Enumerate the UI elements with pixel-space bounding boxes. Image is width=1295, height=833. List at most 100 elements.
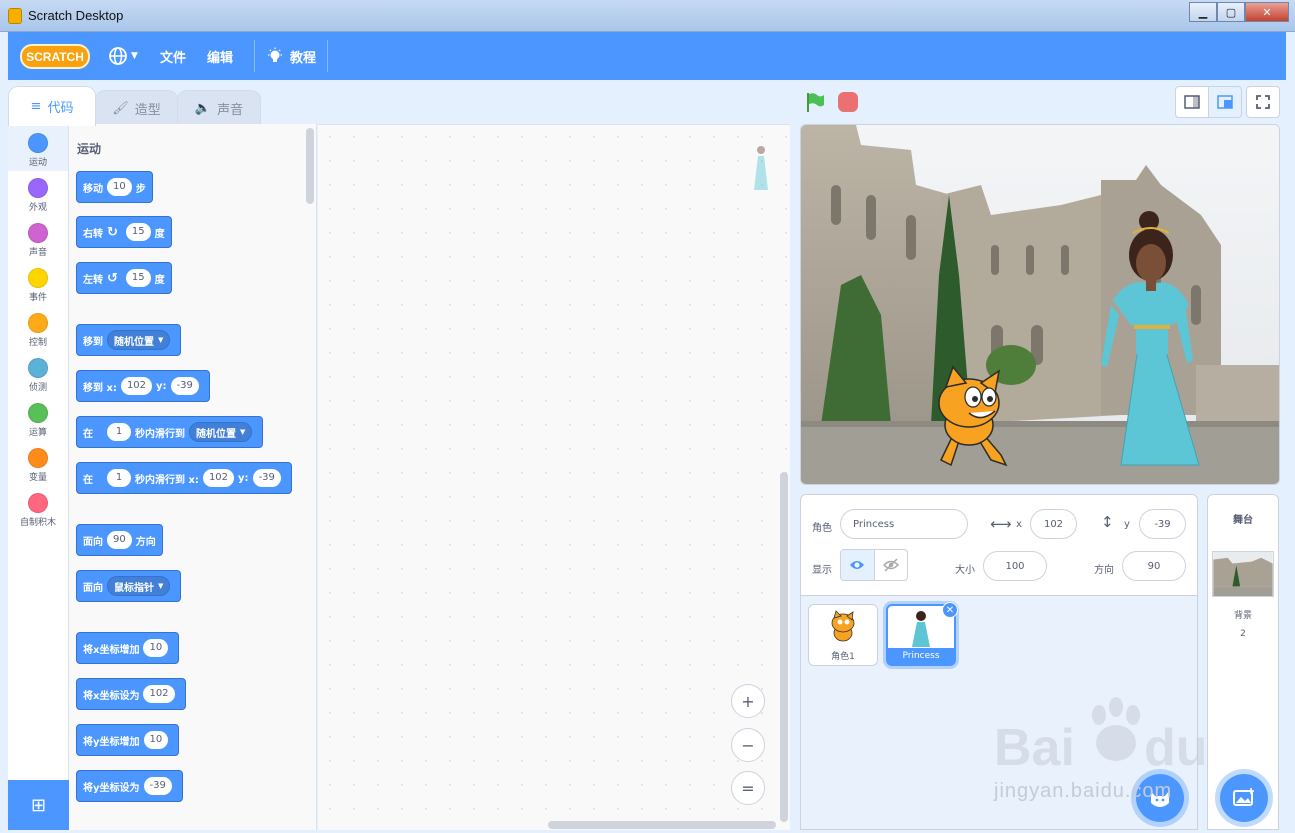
direction-input[interactable]: 90 — [1122, 551, 1186, 581]
block-dropdown[interactable]: 鼠标指针 ▼ — [107, 576, 171, 596]
image-icon — [1233, 788, 1254, 806]
category-sensing[interactable]: 侦测 — [8, 351, 68, 396]
tab-costumes-label: 造型 — [134, 103, 161, 118]
scratch-logo[interactable]: SCRATCH — [20, 44, 90, 69]
block-glide-xy[interactable]: 在 1 秒内滑行到 x: 102 y: -39 — [76, 462, 292, 494]
category-variables[interactable]: 变量 — [8, 441, 68, 486]
chevron-down-icon: ▼ — [158, 336, 164, 344]
category-my-blocks[interactable]: 自制积木 — [8, 486, 68, 531]
tab-code[interactable]: ≡ 代码 — [8, 86, 96, 126]
category-dot — [28, 313, 48, 333]
block-number-input[interactable]: 15 — [125, 223, 151, 241]
block-move-steps[interactable]: 移动 10 步 — [76, 171, 153, 203]
tab-costumes[interactable]: 🖌 造型 — [95, 90, 178, 126]
language-menu[interactable]: ▼ — [108, 32, 138, 80]
block-number-input[interactable]: 1 — [107, 469, 131, 487]
block-point-towards[interactable]: 面向 鼠标指针 ▼ — [76, 570, 182, 602]
category-operators[interactable]: 运算 — [8, 396, 68, 441]
block-change-x[interactable]: 将x坐标增加 10 — [76, 632, 180, 664]
edit-menu[interactable]: 编辑 — [207, 32, 233, 80]
block-glide[interactable]: 在 1 秒内滑行到 随机位置 ▼ — [76, 416, 264, 448]
block-number-input[interactable]: 102 — [202, 469, 235, 487]
tab-sounds-label: 声音 — [217, 103, 244, 118]
block-number-input[interactable]: 15 — [125, 269, 151, 287]
close-button[interactable]: ✕ — [1245, 2, 1289, 22]
block-set-x[interactable]: 将x坐标设为 102 — [76, 678, 186, 710]
stop-button[interactable] — [838, 92, 858, 112]
window-title: Scratch Desktop — [28, 8, 124, 23]
show-sprite-button[interactable] — [841, 550, 875, 580]
add-extension-button[interactable]: ⊞ — [8, 780, 69, 830]
block-number-input[interactable]: 102 — [120, 377, 153, 395]
block-number-input[interactable]: 10 — [107, 178, 132, 196]
block-number-input[interactable]: 102 — [143, 685, 175, 703]
small-stage-icon — [1184, 95, 1200, 109]
zoom-in-button[interactable]: + — [731, 684, 765, 718]
small-stage-button[interactable] — [1175, 86, 1209, 118]
stage-pane-spacer — [1243, 532, 1244, 533]
rotate-right-icon: ↻ — [107, 224, 118, 240]
hide-sprite-button[interactable] — [875, 550, 908, 580]
block-text: 面向 — [83, 536, 103, 548]
block-text: y: — [156, 380, 167, 392]
maximize-button[interactable]: ▢ — [1217, 2, 1245, 22]
minimize-button[interactable]: ▁ — [1189, 2, 1217, 22]
size-input[interactable]: 100 — [983, 551, 1047, 581]
zoom-reset-button[interactable]: = — [731, 771, 765, 805]
fullscreen-icon — [1256, 95, 1270, 109]
block-text: 移动 — [83, 183, 103, 195]
brush-icon: 🖌 — [112, 101, 129, 116]
block-number-input[interactable]: -39 — [252, 469, 281, 487]
large-stage-button[interactable] — [1208, 86, 1242, 118]
backdrop-label: 背景 — [1233, 611, 1252, 621]
block-goto-xy[interactable]: 移到 x: 102 y: -39 — [76, 370, 210, 402]
block-number-input[interactable]: 1 — [107, 423, 131, 441]
category-looks[interactable]: 外观 — [8, 171, 68, 216]
category-motion[interactable]: 运动 — [8, 126, 68, 171]
block-turn-left[interactable]: 左转 ↺ 15 度 — [76, 262, 172, 294]
block-dropdown[interactable]: 随机位置 ▼ — [189, 422, 253, 442]
sprite-name-label: 角色 — [812, 523, 832, 534]
category-control[interactable]: 控制 — [8, 306, 68, 351]
block-text: 在 — [83, 428, 93, 440]
block-text: 移到 x: — [83, 382, 117, 394]
palette-scrollbar[interactable] — [306, 128, 314, 204]
sprite-name-input[interactable]: Princess — [840, 509, 968, 539]
block-text: 在 — [83, 474, 93, 486]
block-number-input[interactable]: -39 — [170, 377, 199, 395]
x-position-input[interactable]: 102 — [1030, 509, 1077, 539]
category-events[interactable]: 事件 — [8, 261, 68, 306]
block-dropdown[interactable]: 随机位置 ▼ — [107, 330, 171, 350]
category-label: 变量 — [28, 473, 47, 483]
script-workspace[interactable] — [318, 124, 790, 830]
menu-bar: SCRATCH ▼ 文件 编辑 教程 — [8, 32, 1286, 80]
stage-canvas[interactable] — [800, 124, 1280, 485]
block-number-input[interactable]: -39 — [143, 777, 172, 795]
sprite-thumbnail-princess[interactable]: ✕ Princess — [886, 602, 958, 666]
green-flag-button[interactable] — [804, 91, 826, 113]
file-menu[interactable]: 文件 — [160, 32, 186, 80]
y-position-input[interactable]: -39 — [1139, 509, 1186, 539]
delete-sprite-button[interactable]: ✕ — [942, 602, 958, 618]
block-goto[interactable]: 移到 随机位置 ▼ — [76, 324, 182, 356]
block-turn-right[interactable]: 右转 ↻ 15 度 — [76, 216, 172, 248]
block-point-direction[interactable]: 面向 90 方向 — [76, 524, 163, 556]
direction-value: 90 — [1147, 560, 1161, 572]
workspace-horizontal-scrollbar[interactable] — [548, 821, 776, 829]
zoom-out-button[interactable]: − — [731, 728, 765, 762]
sprite-thumbnail-cat[interactable]: 角色1 — [808, 604, 878, 666]
block-number-input[interactable]: 90 — [107, 531, 132, 549]
block-text: 将x坐标增加 — [83, 644, 140, 656]
category-sound[interactable]: 声音 — [8, 216, 68, 261]
block-set-y[interactable]: 将y坐标设为 -39 — [76, 770, 183, 802]
fullscreen-button[interactable] — [1246, 86, 1280, 118]
scratch-app-icon — [8, 8, 22, 24]
tutorials-menu[interactable]: 教程 — [266, 32, 316, 80]
workspace-vertical-scrollbar[interactable] — [780, 472, 788, 822]
block-text: 移到 — [83, 336, 103, 348]
tab-sounds[interactable]: 🔈 声音 — [177, 90, 261, 126]
block-number-input[interactable]: 10 — [143, 731, 169, 749]
block-number-input[interactable]: 10 — [143, 639, 169, 657]
block-change-y[interactable]: 将y坐标增加 10 — [76, 724, 180, 756]
direction-label: 方向 — [1094, 565, 1114, 576]
